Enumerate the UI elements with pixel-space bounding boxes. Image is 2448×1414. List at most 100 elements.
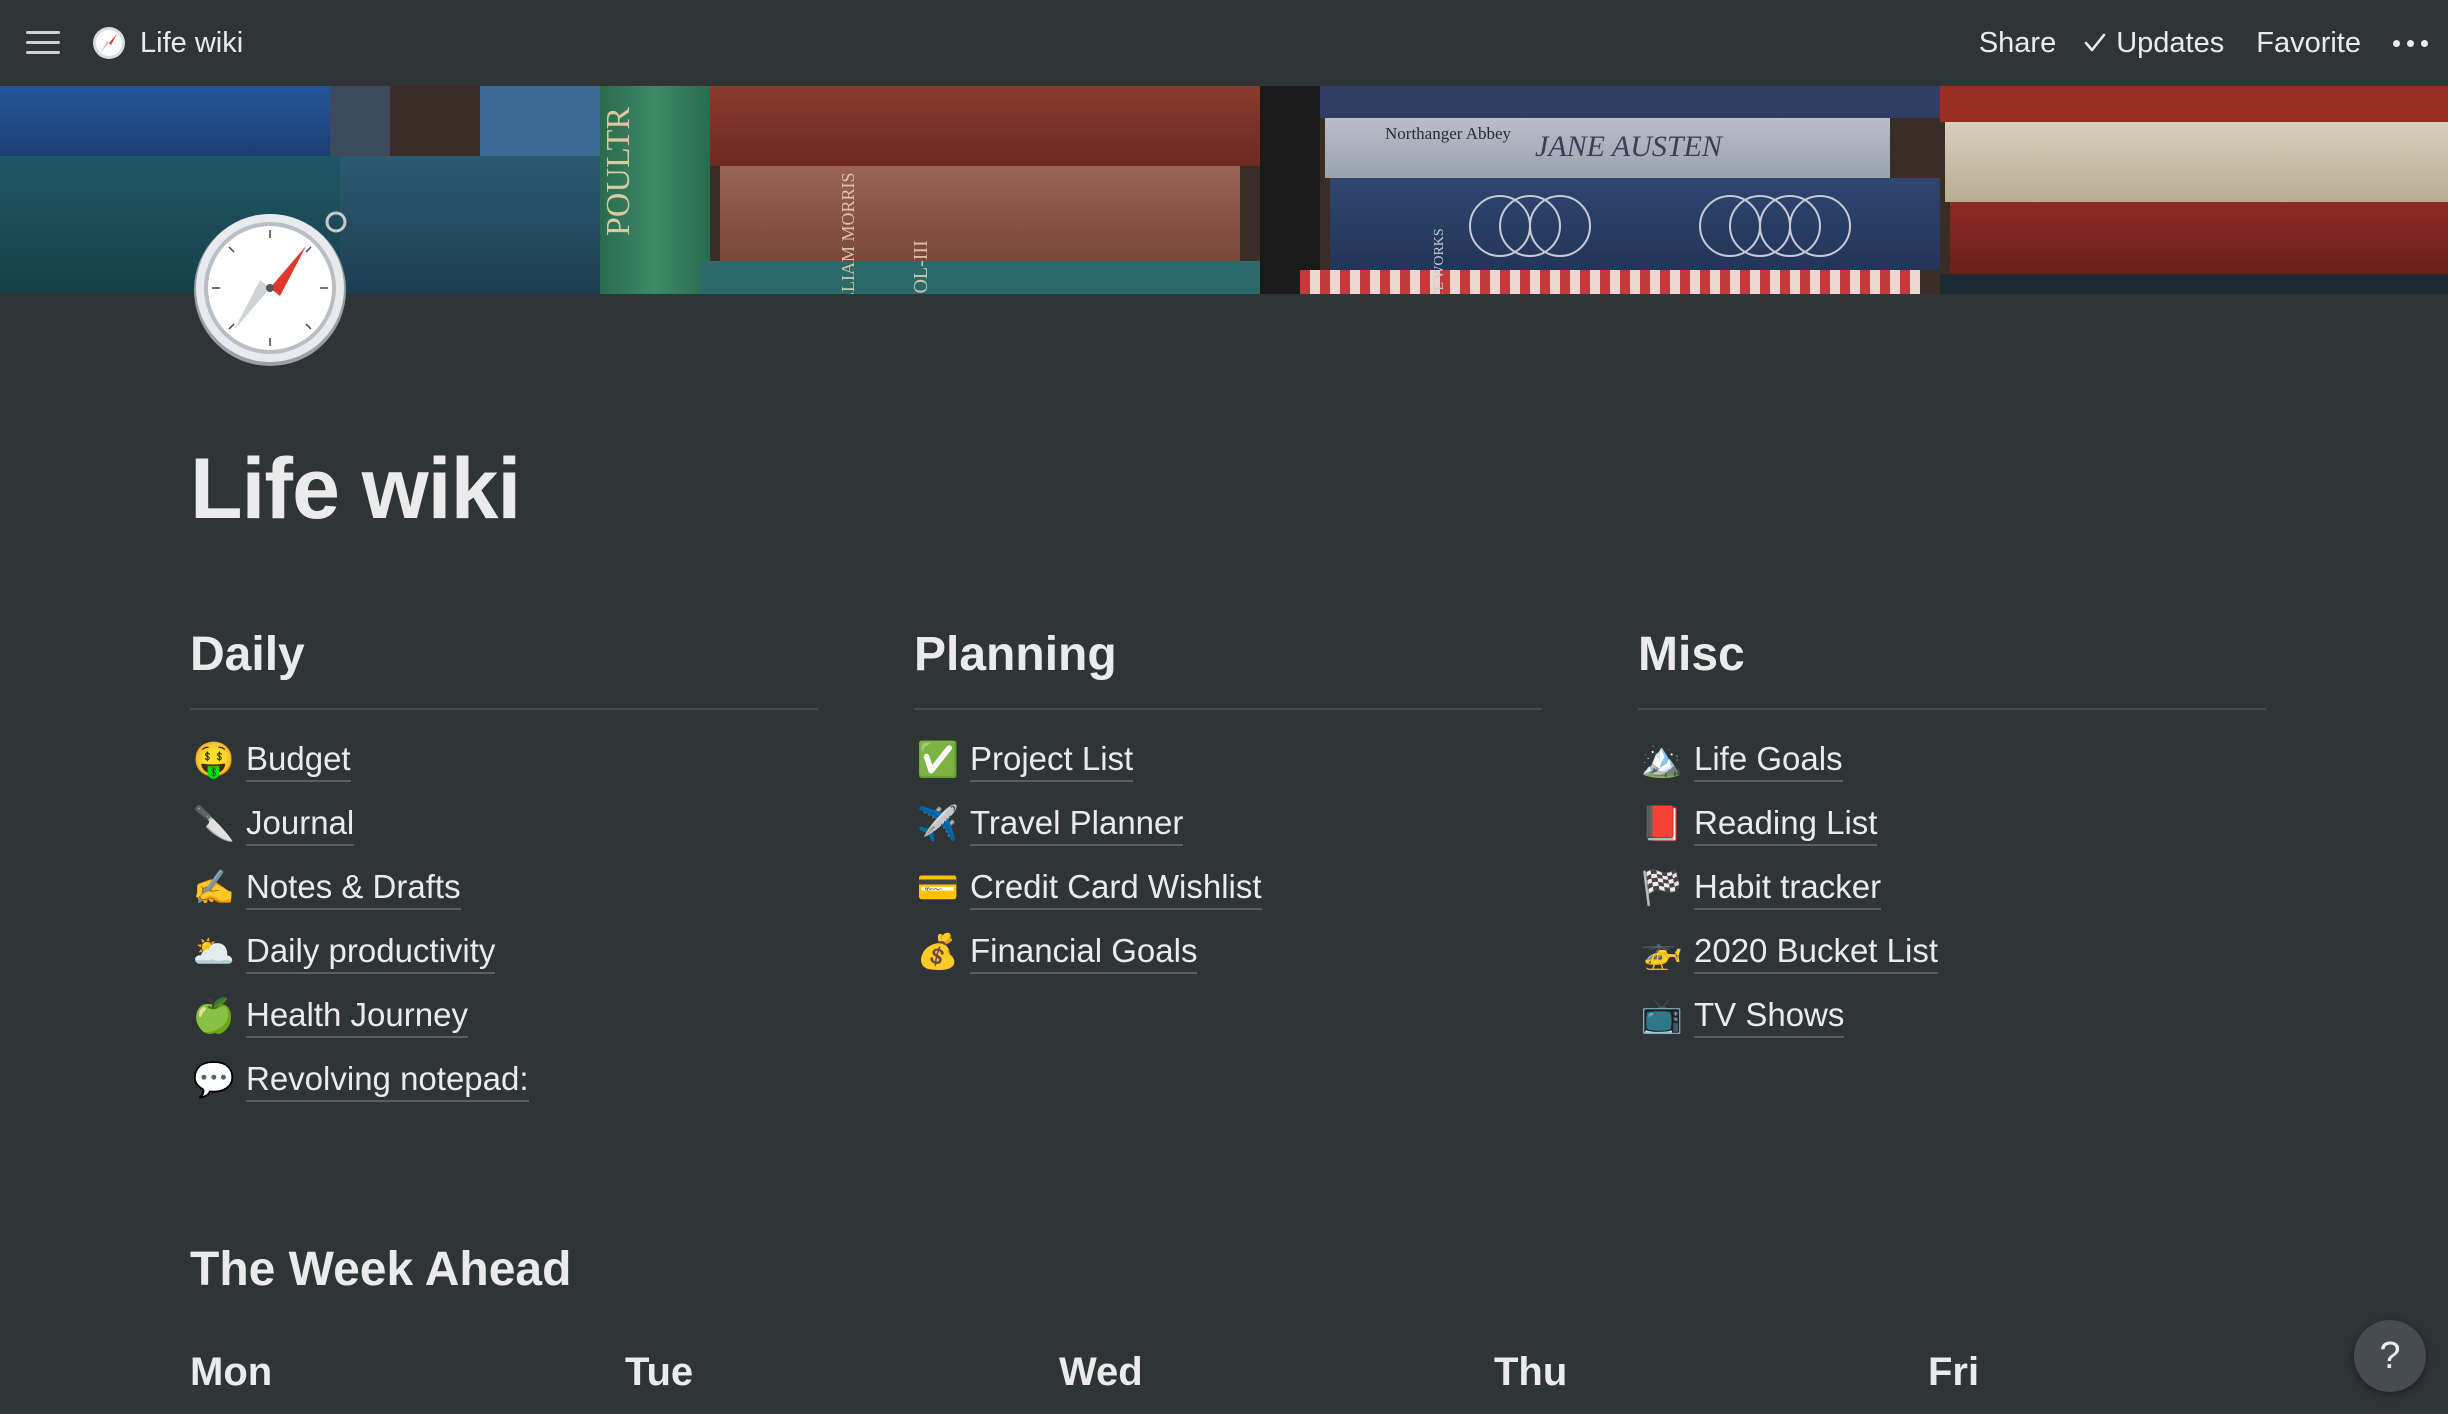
breadcrumb-title: Life wiki <box>140 26 244 59</box>
favorite-button[interactable]: Favorite <box>2256 27 2361 60</box>
page-link-daily-productivity[interactable]: 🌥️ Daily productivity <box>190 920 818 984</box>
page-link-financial-goals[interactable]: 💰 Financial Goals <box>914 920 1542 984</box>
page-link-project-list[interactable]: ✅ Project List <box>914 728 1542 792</box>
page-link-2020-bucket-list[interactable]: 🚁 2020 Bucket List <box>1638 920 2266 984</box>
helicopter-icon: 🚁 <box>1640 933 1684 971</box>
breadcrumb[interactable]: Life wiki <box>92 22 243 64</box>
page-link-label: TV Shows <box>1694 995 1845 1038</box>
speech-balloon-icon: 💬 <box>192 1061 236 1099</box>
page-link-label: Reading List <box>1694 803 1878 846</box>
page-link-budget[interactable]: 🤑 Budget <box>190 728 818 792</box>
share-button[interactable]: Share <box>1979 27 2056 60</box>
favorite-label: Favorite <box>2256 26 2361 59</box>
book-spine <box>1940 274 2448 294</box>
weekday-fri: Fri <box>1928 1350 1980 1394</box>
book-ornament <box>1469 195 1851 257</box>
share-label: Share <box>1978 26 2057 59</box>
column-heading: Misc <box>1638 628 1745 681</box>
book-spine <box>1940 86 2448 122</box>
book-spine <box>1300 270 1920 294</box>
book-spine <box>330 86 390 156</box>
book-spine <box>720 166 1240 261</box>
credit-card-icon: 💳 <box>916 869 960 907</box>
book-spine <box>480 86 600 156</box>
page-link-travel-planner[interactable]: ✈️ Travel Planner <box>914 792 1542 856</box>
divider <box>914 708 1542 710</box>
column-heading: Daily <box>190 628 305 681</box>
book-spine <box>1945 122 2448 202</box>
page-link-label: Daily productivity <box>246 931 496 974</box>
page-link-journal[interactable]: 🔪 Journal <box>190 792 818 856</box>
page-link-label: Revolving notepad: <box>246 1059 529 1102</box>
page-link-label: Budget <box>246 739 351 782</box>
spine-text: WILLIAM MORRIS <box>838 172 858 295</box>
topbar-actions: Share Updates Favorite <box>1947 20 2428 66</box>
divider <box>190 708 818 710</box>
compass-icon[interactable] <box>190 208 350 368</box>
page-link-credit-card-wishlist[interactable]: 💳 Credit Card Wishlist <box>914 856 1542 920</box>
page-title[interactable]: Life wiki <box>190 440 521 539</box>
spine-text: POULTR <box>600 106 637 236</box>
writing-hand-icon: ✍️ <box>192 869 236 907</box>
updates-button[interactable]: Updates <box>2084 27 2224 60</box>
page-link-label: Credit Card Wishlist <box>970 867 1262 910</box>
page-link-label: Notes & Drafts <box>246 867 461 910</box>
spine-text: Northanger Abbey <box>1385 124 1512 143</box>
page-link-revolving-notepad[interactable]: 💬 Revolving notepad: <box>190 1048 818 1112</box>
link-list: 🤑 Budget 🔪 Journal ✍️ Notes & Drafts 🌥️ … <box>190 728 818 1112</box>
spine-text: COMPLETE WORKS <box>1432 228 1447 294</box>
help-button[interactable]: ? <box>2354 1320 2426 1392</box>
money-bag-icon: 💰 <box>916 933 960 971</box>
book-spine <box>0 86 330 156</box>
link-list: ✅ Project List ✈️ Travel Planner 💳 Credi… <box>914 728 1542 984</box>
page-link-label: Journal <box>246 803 355 846</box>
week-heading: The Week Ahead <box>190 1243 572 1296</box>
red-book-icon: 📕 <box>1640 805 1684 843</box>
check-mark-button-icon: ✅ <box>916 741 960 779</box>
link-list: 🏔️ Life Goals 📕 Reading List 🏁 Habit tra… <box>1638 728 2266 1048</box>
compass-icon <box>93 27 125 59</box>
book-spine <box>340 156 600 294</box>
top-bar: Life wiki Share Updates Favorite <box>0 0 2448 86</box>
page-link-health-journey[interactable]: 🍏 Health Journey <box>190 984 818 1048</box>
weekday-thu: Thu <box>1494 1350 1568 1394</box>
page-link-label: Financial Goals <box>970 931 1198 974</box>
weekday-mon: Mon <box>190 1350 273 1394</box>
book-spine <box>1950 202 2448 274</box>
checkmark-icon <box>2084 33 2106 52</box>
checkered-flag-icon: 🏁 <box>1640 869 1684 907</box>
column-heading: Planning <box>914 628 1117 681</box>
page-link-life-goals[interactable]: 🏔️ Life Goals <box>1638 728 2266 792</box>
green-apple-icon: 🍏 <box>192 997 236 1035</box>
column-misc: Misc 🏔️ Life Goals 📕 Reading List 🏁 Habi… <box>1638 620 2266 1048</box>
updates-label: Updates <box>2116 26 2225 59</box>
weekday-tue: Tue <box>625 1350 694 1394</box>
weekday-wed: Wed <box>1059 1350 1143 1394</box>
help-label: ? <box>2379 1334 2401 1377</box>
television-icon: 📺 <box>1640 997 1684 1035</box>
page-cover[interactable]: POULTR Northanger Abbey JANE AUSTEN VOL-… <box>0 86 2448 294</box>
page-link-label: Life Goals <box>1694 739 1843 782</box>
column-planning: Planning ✅ Project List ✈️ Travel Planne… <box>914 620 1542 984</box>
book-spine <box>700 261 1280 294</box>
sun-behind-cloud-icon: 🌥️ <box>192 933 236 971</box>
page-link-notes-drafts[interactable]: ✍️ Notes & Drafts <box>190 856 818 920</box>
money-face-icon: 🤑 <box>192 741 236 779</box>
page-link-label: Habit tracker <box>1694 867 1882 910</box>
page-link-label: Travel Planner <box>970 803 1184 846</box>
ellipsis-icon[interactable] <box>2393 28 2428 58</box>
page-link-habit-tracker[interactable]: 🏁 Habit tracker <box>1638 856 2266 920</box>
spine-text: JANE AUSTEN <box>1535 130 1722 163</box>
page-link-label: Project List <box>970 739 1134 782</box>
page-link-label: Health Journey <box>246 995 468 1038</box>
page-link-label: 2020 Bucket List <box>1694 931 1938 974</box>
column-daily: Daily 🤑 Budget 🔪 Journal ✍️ Notes & Draf… <box>190 620 818 1112</box>
knife-icon: 🔪 <box>192 805 236 843</box>
page-link-reading-list[interactable]: 📕 Reading List <box>1638 792 2266 856</box>
book-spine <box>710 86 1270 166</box>
divider <box>1638 708 2266 710</box>
book-spine <box>1320 86 1940 118</box>
hamburger-menu-icon[interactable] <box>26 27 60 57</box>
page-link-tv-shows[interactable]: 📺 TV Shows <box>1638 984 2266 1048</box>
spine-text: VOL-III <box>910 240 932 294</box>
